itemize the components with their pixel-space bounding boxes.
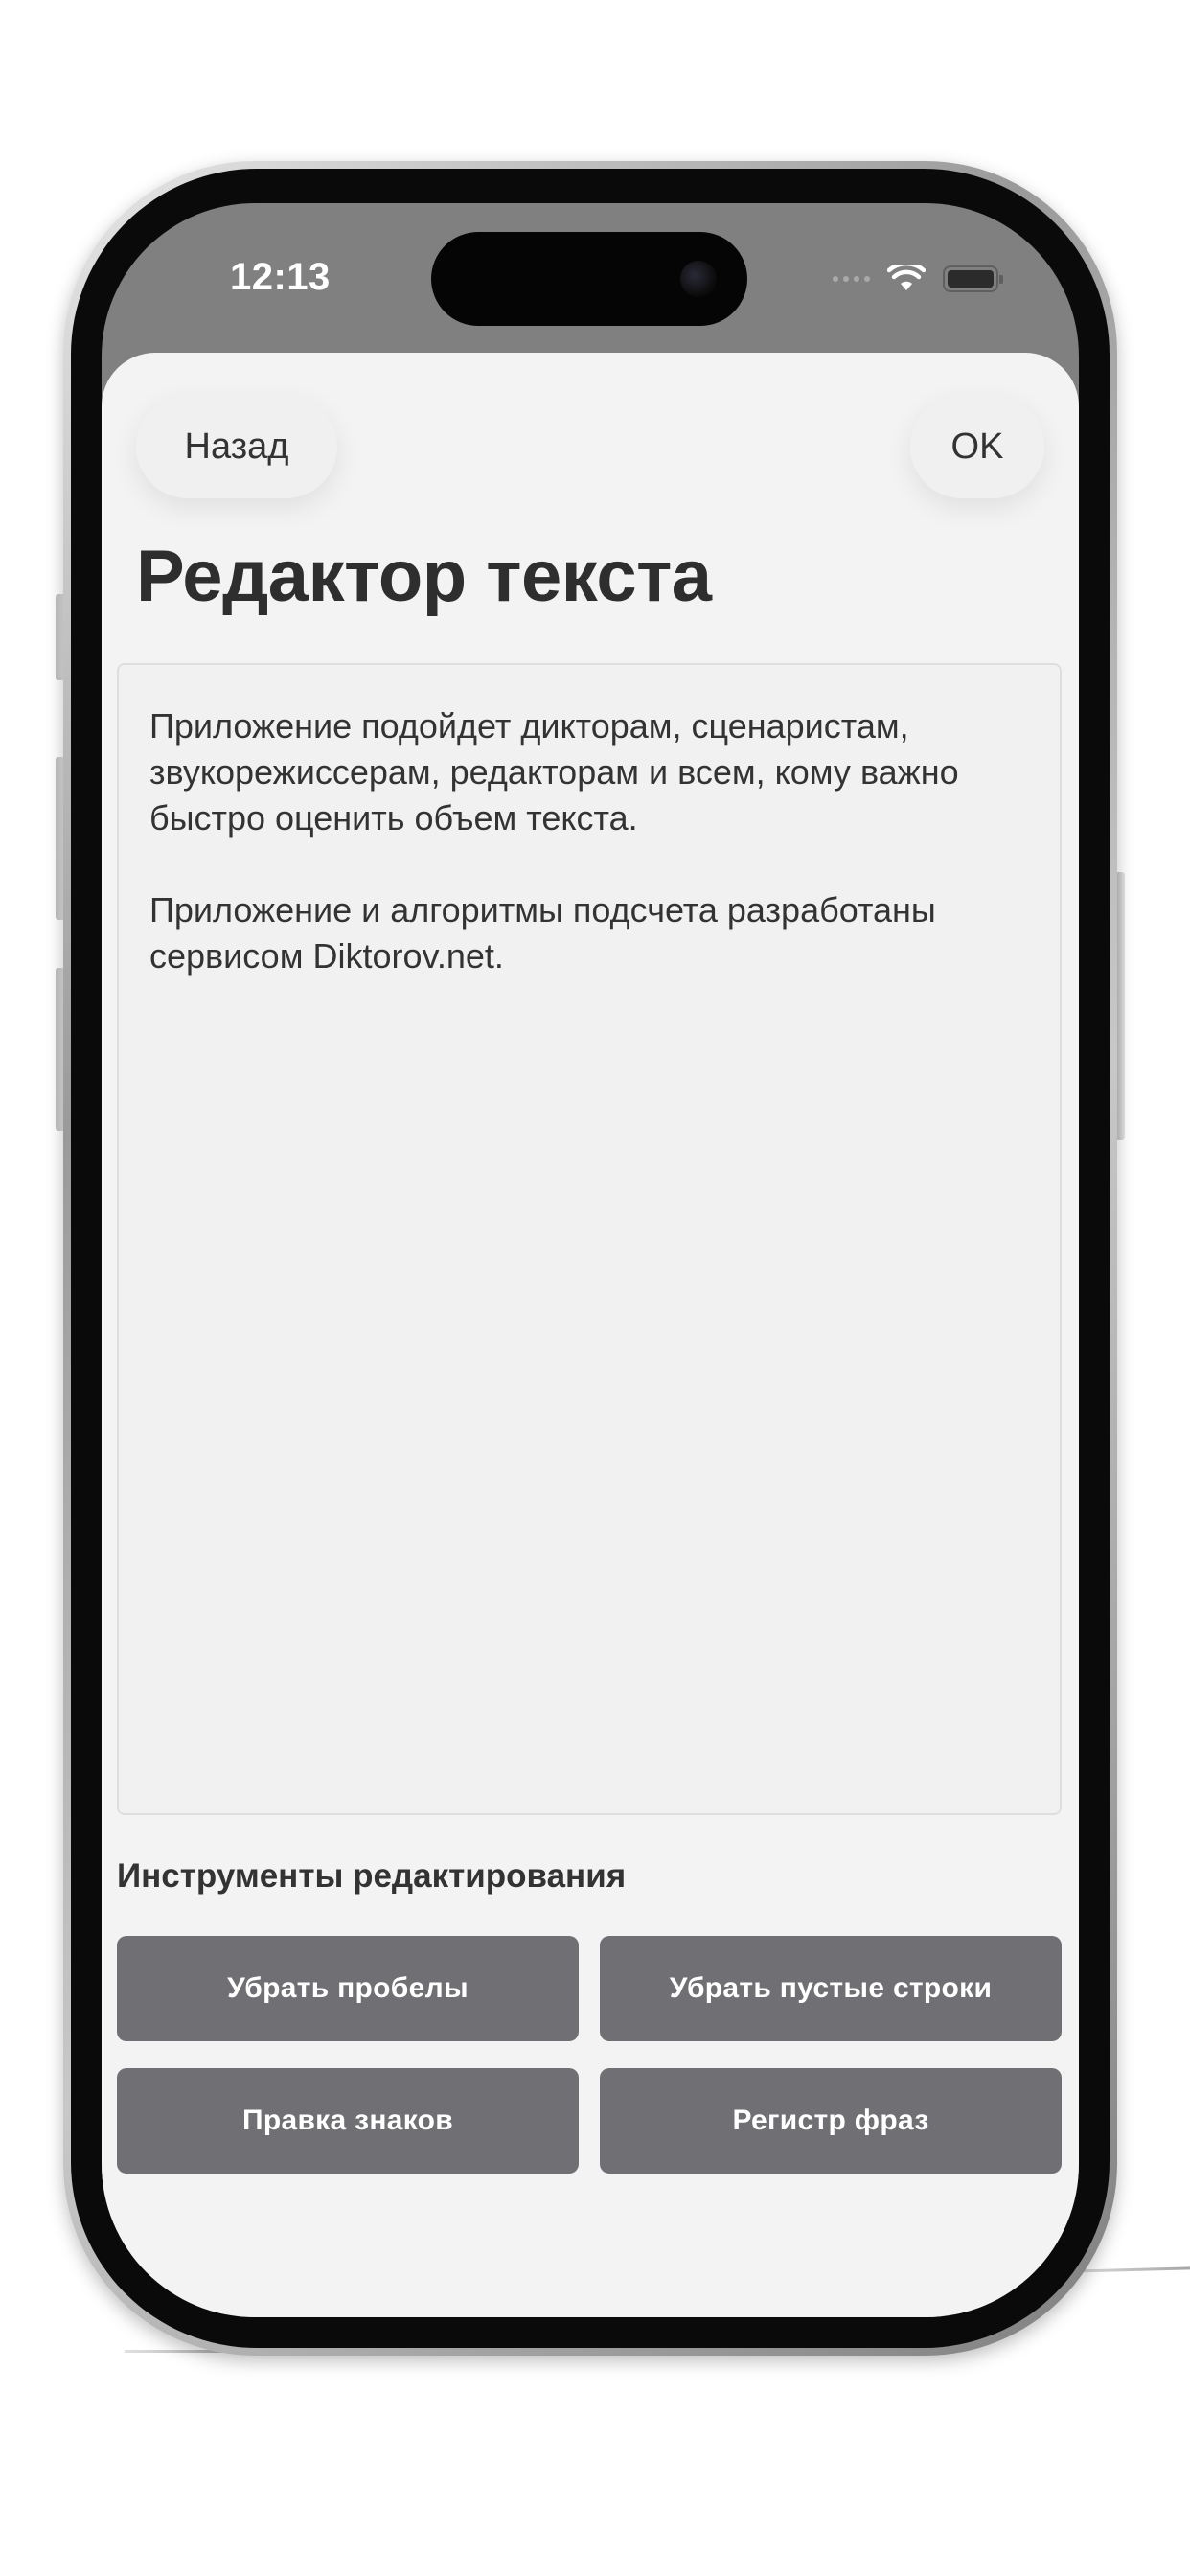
device-mockup: 12:13 Назад OK Редактор текста Приложени — [0, 0, 1190, 2576]
battery-icon — [943, 265, 1003, 292]
editor-paragraph: Приложение подойдет дикторам, сценариста… — [149, 706, 959, 838]
dynamic-island — [431, 232, 747, 326]
tools-heading: Инструменты редактирования — [117, 1857, 627, 1895]
status-indicators — [833, 264, 1003, 293]
remove-empty-lines-button[interactable]: Убрать пустые строки — [600, 1936, 1062, 2041]
editor-paragraph: Приложение и алгоритмы подсчета разработ… — [149, 890, 936, 976]
status-time: 12:13 — [230, 256, 331, 298]
remove-spaces-button[interactable]: Убрать пробелы — [117, 1936, 579, 2041]
back-button[interactable]: Назад — [136, 395, 337, 498]
text-editor[interactable]: Приложение подойдет дикторам, сценариста… — [117, 663, 1062, 1815]
page-title: Редактор текста — [136, 536, 712, 617]
phrase-case-button[interactable]: Регистр фраз — [600, 2068, 1062, 2174]
phone-screen: 12:13 Назад OK Редактор текста Приложени — [102, 203, 1079, 2317]
wifi-icon — [887, 264, 926, 290]
signal-icon — [833, 276, 870, 282]
front-camera — [680, 261, 717, 297]
editor-sheet: Назад OK Редактор текста Приложение подо… — [102, 353, 1079, 2317]
fix-punctuation-button[interactable]: Правка знаков — [117, 2068, 579, 2174]
ok-button[interactable]: OK — [910, 395, 1044, 498]
